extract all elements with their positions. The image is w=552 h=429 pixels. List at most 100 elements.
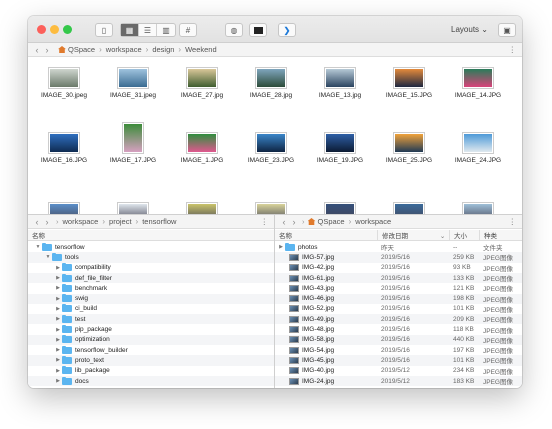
kind-column-header[interactable]: 种类 bbox=[479, 230, 519, 240]
file-tile[interactable]: IMAGE_19.JPG bbox=[306, 133, 374, 164]
more-icon[interactable]: ⋮ bbox=[509, 45, 517, 54]
disclosure-closed-icon[interactable]: ▶ bbox=[54, 265, 62, 271]
network-icon[interactable]: ◍ bbox=[225, 23, 243, 37]
more-icon[interactable]: ⋮ bbox=[261, 217, 269, 226]
tree-row[interactable]: ▶ tensorflow_builder bbox=[28, 345, 274, 355]
file-row[interactable]: IMG-43.jpg 2019/5/16 121 KB JPEG图像 bbox=[275, 283, 522, 293]
disclosure-closed-icon[interactable]: ▶ bbox=[277, 244, 285, 250]
zoom-button[interactable] bbox=[63, 25, 72, 34]
file-tile-partial[interactable] bbox=[444, 203, 512, 214]
file-row[interactable]: IMG-46.jpg 2019/5/16 198 KB JPEG图像 bbox=[275, 293, 522, 304]
file-tile-partial[interactable] bbox=[306, 203, 374, 214]
icon-view-icon[interactable]: ▦ bbox=[121, 24, 139, 36]
back-icon[interactable]: ‹ bbox=[32, 45, 42, 55]
file-tile[interactable]: IMAGE_24.JPG bbox=[444, 133, 512, 164]
disclosure-open-icon[interactable]: ▼ bbox=[34, 244, 42, 250]
date-column-header[interactable]: 修改日期 ⌄ bbox=[377, 230, 449, 240]
disclosure-closed-icon[interactable]: ▶ bbox=[54, 337, 62, 343]
size-column-header[interactable]: 大小 bbox=[449, 230, 479, 240]
file-row[interactable]: IMG-49.jpg 2019/5/16 209 KB JPEG图像 bbox=[275, 314, 522, 325]
file-tile[interactable]: IMAGE_1.JPG bbox=[168, 133, 236, 164]
forward-icon[interactable]: › bbox=[289, 217, 299, 227]
minimize-button[interactable] bbox=[50, 25, 59, 34]
tree-row[interactable]: ▶ pip_package bbox=[28, 324, 274, 334]
breadcrumb-item[interactable]: workspace bbox=[106, 45, 142, 54]
file-tile-partial[interactable] bbox=[99, 203, 167, 214]
file-tile[interactable]: IMAGE_27.jpg bbox=[168, 68, 236, 99]
file-tile[interactable]: IMAGE_17.JPG bbox=[99, 123, 167, 164]
breadcrumb-item[interactable]: QSpace bbox=[318, 217, 345, 226]
file-row[interactable]: ▶ photos 昨天 -- 文件夹 bbox=[275, 242, 522, 252]
column-header[interactable]: 名称 bbox=[28, 230, 274, 241]
name-column-header[interactable]: 名称 bbox=[28, 230, 45, 240]
disclosure-closed-icon[interactable]: ▶ bbox=[54, 327, 62, 333]
column-header[interactable]: 名称 修改日期 ⌄ 大小 种类 bbox=[275, 230, 522, 241]
terminal-icon[interactable] bbox=[249, 23, 267, 37]
hash-icon[interactable]: # bbox=[179, 23, 197, 37]
file-row[interactable]: IMG-52.jpg 2019/5/16 101 KB JPEG图像 bbox=[275, 304, 522, 314]
disclosure-closed-icon[interactable]: ▶ bbox=[54, 275, 62, 281]
more-icon[interactable]: ⋮ bbox=[509, 217, 517, 226]
breadcrumb-item[interactable]: workspace bbox=[63, 217, 99, 226]
file-row[interactable]: IMG-58.jpg 2019/5/16 440 KB JPEG图像 bbox=[275, 334, 522, 345]
file-tile[interactable]: IMAGE_31.jpeg bbox=[99, 68, 167, 99]
tree-row[interactable]: ▶ compatibility bbox=[28, 263, 274, 273]
vscode-icon[interactable]: ❯ bbox=[278, 23, 296, 37]
file-tile[interactable]: IMAGE_14.JPG bbox=[444, 68, 512, 99]
tree-row[interactable]: ▶ docs bbox=[28, 375, 274, 387]
forward-icon[interactable]: › bbox=[42, 45, 52, 55]
view-mode-segment[interactable]: ▦ ☰ ▥ bbox=[120, 23, 176, 37]
column-view-icon[interactable]: ▥ bbox=[157, 24, 175, 36]
breadcrumb-item[interactable]: tensorflow bbox=[142, 217, 176, 226]
file-row[interactable]: IMG-24.jpg 2019/5/12 183 KB JPEG图像 bbox=[275, 375, 522, 387]
sidebar-toggle-icon[interactable]: ▯ bbox=[95, 23, 113, 37]
file-row[interactable]: IMG-42.jpg 2019/5/16 93 KB JPEG图像 bbox=[275, 263, 522, 273]
disclosure-closed-icon[interactable]: ▶ bbox=[54, 306, 62, 312]
file-row[interactable]: IMG-57.jpg 2019/5/16 259 KB JPEG图像 bbox=[275, 252, 522, 263]
file-row[interactable]: IMG-61.jpg 2019/5/16 133 KB JPEG图像 bbox=[275, 272, 522, 284]
tree-row[interactable]: ▶ swig bbox=[28, 293, 274, 304]
file-tile[interactable]: IMAGE_13.jpg bbox=[306, 68, 374, 99]
tree-row[interactable]: ▶ test bbox=[28, 314, 274, 325]
disclosure-closed-icon[interactable]: ▶ bbox=[54, 368, 62, 374]
file-tile[interactable]: IMAGE_30.jpeg bbox=[30, 68, 98, 99]
file-tile-partial[interactable] bbox=[168, 203, 236, 214]
tree-row[interactable]: ▶ benchmark bbox=[28, 283, 274, 293]
list-view-icon[interactable]: ☰ bbox=[139, 24, 157, 36]
tree-row[interactable]: ▶ lib_package bbox=[28, 366, 274, 376]
name-column-header[interactable]: 名称 bbox=[275, 230, 377, 240]
forward-icon[interactable]: › bbox=[42, 217, 52, 227]
file-row[interactable]: IMG-54.jpg 2019/5/16 197 KB JPEG图像 bbox=[275, 345, 522, 355]
file-row[interactable]: IMG-40.jpg 2019/5/12 234 KB JPEG图像 bbox=[275, 366, 522, 376]
file-tile[interactable]: IMAGE_25.JPG bbox=[375, 133, 443, 164]
breadcrumb-item[interactable]: Weekend bbox=[185, 45, 217, 54]
back-icon[interactable]: ‹ bbox=[279, 217, 289, 227]
tree-row[interactable]: ▶ optimization bbox=[28, 334, 274, 345]
file-tile-partial[interactable] bbox=[375, 203, 443, 214]
back-icon[interactable]: ‹ bbox=[32, 217, 42, 227]
disclosure-closed-icon[interactable]: ▶ bbox=[54, 316, 62, 322]
disclosure-closed-icon[interactable]: ▶ bbox=[54, 357, 62, 363]
disclosure-closed-icon[interactable]: ▶ bbox=[54, 296, 62, 302]
disclosure-closed-icon[interactable]: ▶ bbox=[54, 285, 62, 291]
breadcrumb-item[interactable]: project bbox=[109, 217, 132, 226]
file-tile-partial[interactable] bbox=[30, 203, 98, 214]
file-tile[interactable]: IMAGE_16.JPG bbox=[30, 133, 98, 164]
breadcrumb-item[interactable]: design bbox=[152, 45, 174, 54]
file-tile[interactable]: IMAGE_23.JPG bbox=[237, 133, 305, 164]
disclosure-closed-icon[interactable]: ▶ bbox=[54, 378, 62, 384]
disclosure-closed-icon[interactable]: ▶ bbox=[54, 347, 62, 353]
file-row[interactable]: IMG-48.jpg 2019/5/16 118 KB JPEG图像 bbox=[275, 324, 522, 335]
tree-row[interactable]: ▼ tools bbox=[28, 252, 274, 263]
close-button[interactable] bbox=[37, 25, 46, 34]
tree-row[interactable]: ▶ def_file_filter bbox=[28, 272, 274, 284]
breadcrumb-item[interactable]: workspace bbox=[355, 217, 391, 226]
file-tile[interactable]: IMAGE_28.jpg bbox=[237, 68, 305, 99]
tree-row[interactable]: ▶ ci_build bbox=[28, 304, 274, 314]
file-tile-partial[interactable] bbox=[237, 203, 305, 214]
breadcrumb-item[interactable]: QSpace bbox=[68, 45, 95, 54]
file-tile[interactable]: IMAGE_15.JPG bbox=[375, 68, 443, 99]
file-row[interactable]: IMG-45.jpg 2019/5/16 101 KB JPEG图像 bbox=[275, 355, 522, 366]
layouts-menu[interactable]: Layouts ⌄ bbox=[451, 25, 488, 34]
tree-row[interactable]: ▶ proto_text bbox=[28, 355, 274, 366]
